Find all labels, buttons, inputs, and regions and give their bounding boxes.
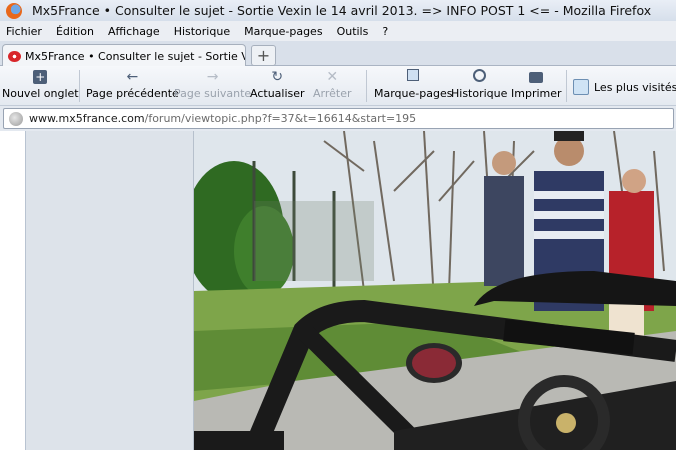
menu-historique[interactable]: Historique (168, 25, 238, 38)
stop-label: Arrêter (313, 87, 352, 100)
bookmarks-button[interactable]: Marque-pages (374, 69, 452, 103)
navigation-toolbar: + Nouvel onglet ← Page précédente → Page… (0, 66, 676, 106)
page-gutter (0, 131, 26, 450)
new-tab-icon: + (33, 70, 48, 84)
history-button[interactable]: Historique (451, 69, 507, 103)
plus-icon: + (256, 46, 271, 65)
menu-affichage[interactable]: Affichage (102, 25, 168, 38)
menu-fichier[interactable]: Fichier (0, 25, 50, 38)
most-visited-bookmark[interactable]: Les plus visités (573, 79, 676, 95)
menu-bar: Fichier Édition Affichage Historique Mar… (0, 21, 676, 41)
toolbar-separator (566, 70, 567, 102)
address-row: www.mx5france.com /forum/viewtopic.php?f… (0, 106, 676, 131)
menu-marque-pages[interactable]: Marque-pages (238, 25, 330, 38)
bookmark-star-icon (407, 69, 420, 81)
forward-label: Page suivante (174, 87, 252, 100)
tab-label: Mx5France • Consulter le sujet - Sortie … (25, 49, 245, 63)
reload-label: Actualiser (250, 87, 305, 100)
toolbar-separator (79, 70, 80, 102)
menu-outils[interactable]: Outils (331, 25, 377, 38)
window-title: Mx5France • Consulter le sujet - Sortie … (32, 3, 652, 18)
reload-button[interactable]: ↻ Actualiser (250, 69, 305, 103)
arrow-right-icon: → (206, 69, 219, 85)
print-button[interactable]: Imprimer (511, 69, 562, 103)
stop-button[interactable]: ✕ Arrêter (313, 69, 352, 103)
print-label: Imprimer (511, 87, 562, 100)
arrow-left-icon: ← (126, 69, 139, 85)
back-label: Page précédente (86, 87, 179, 100)
menu-help[interactable]: ? (376, 25, 396, 38)
new-tab-button[interactable]: + (251, 45, 276, 66)
url-field[interactable]: www.mx5france.com /forum/viewtopic.php?f… (3, 108, 674, 129)
back-button[interactable]: ← Page précédente (86, 69, 179, 103)
url-path: /forum/viewtopic.php?f=37&t=16614&start=… (144, 112, 417, 125)
window-titlebar: Mx5France • Consulter le sujet - Sortie … (0, 0, 676, 21)
history-label: Historique (451, 87, 508, 100)
forum-side-panel (26, 131, 194, 450)
site-identity-icon[interactable] (9, 111, 23, 126)
new-tab-toolbar-button[interactable]: + Nouvel onglet (2, 69, 79, 103)
printer-icon (529, 72, 544, 83)
site-favicon-icon (8, 50, 21, 62)
forward-button[interactable]: → Page suivante (174, 69, 251, 103)
new-tab-label: Nouvel onglet (2, 87, 79, 100)
most-visited-icon (573, 79, 589, 95)
toolbar-separator (366, 70, 367, 102)
bookmarks-label: Marque-pages (374, 87, 453, 100)
photo-car-meetup (194, 131, 676, 450)
firefox-logo-icon (6, 2, 22, 19)
url-host: www.mx5france.com (29, 112, 145, 125)
page-content (0, 131, 676, 450)
tab-strip: Mx5France • Consulter le sujet - Sortie … (0, 41, 676, 67)
menu-edition[interactable]: Édition (50, 25, 102, 38)
clock-icon (472, 69, 486, 82)
close-icon: ✕ (326, 69, 339, 85)
forum-post-photo (194, 131, 676, 450)
tab-active[interactable]: Mx5France • Consulter le sujet - Sortie … (2, 44, 246, 67)
reload-icon: ↻ (271, 69, 284, 85)
most-visited-label: Les plus visités (594, 80, 676, 94)
